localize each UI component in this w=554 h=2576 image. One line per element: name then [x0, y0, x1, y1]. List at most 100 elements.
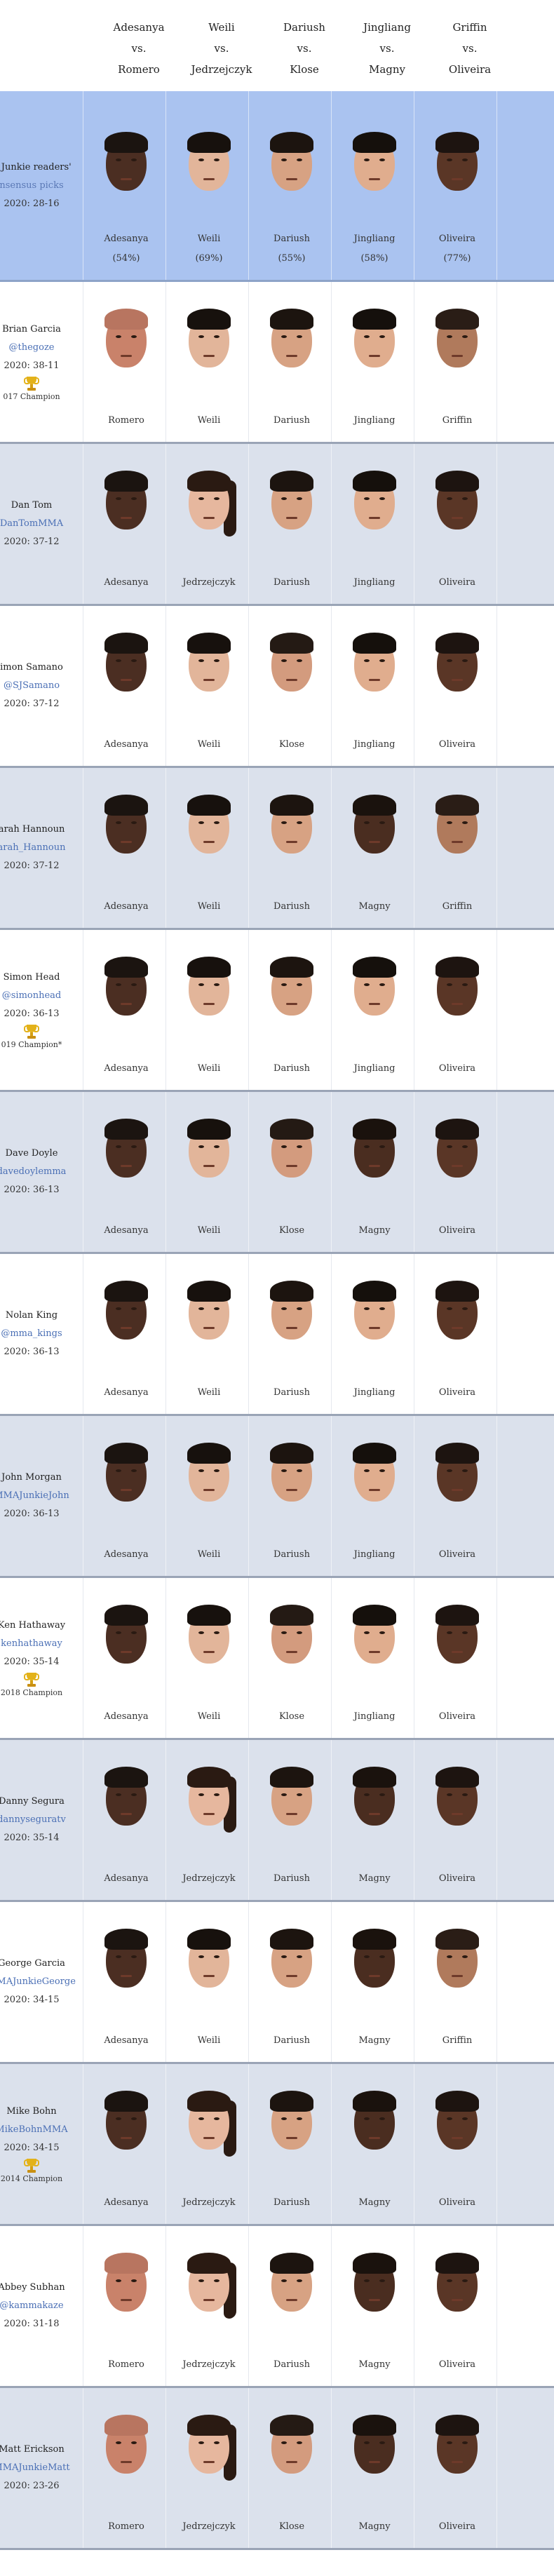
analyst-pick-3: Dariush — [250, 444, 334, 604]
analyst-pick-1: Adesanya — [84, 2064, 168, 2224]
fighter-headshot — [431, 1116, 483, 1183]
analyst-twitter-link[interactable]: MMAJunkieJohn — [0, 1487, 83, 1505]
readers-record: 2020: 28-16 — [4, 198, 60, 209]
analyst-pick-3: Dariush — [250, 930, 334, 1090]
analyst-twitter-link[interactable]: MMAJunkieGeorge — [0, 1973, 83, 1991]
analyst-pick-4: Magny — [332, 768, 417, 928]
pick-name: Jingliang — [353, 739, 396, 750]
analyst-twitter-link[interactable]: dannyseguratv — [0, 1811, 83, 1829]
picks-table: Adesanya vs. Romero Weili vs. Jedrzejczyk Dari… — [0, 0, 554, 2550]
analyst-pick-3: Dariush — [250, 2226, 334, 2386]
analyst-pick-3: Klose — [250, 1092, 334, 1252]
analyst-twitter-link[interactable]: @mma_kings — [0, 1325, 83, 1343]
analyst-twitter-link[interactable]: kenhathaway — [0, 1635, 83, 1653]
fighter-headshot — [266, 792, 318, 859]
analyst-pick-2: Weili — [167, 930, 251, 1090]
analyst-info: John Morgan MMAJunkieJohn 2020: 36-13 — [0, 1416, 83, 1576]
fight-header-1: Adesanya vs. Romero — [97, 17, 181, 80]
analyst-twitter-link[interactable]: @simonhead — [0, 987, 83, 1005]
analyst-twitter-link[interactable]: davedoylemma — [0, 1163, 83, 1181]
fighter-headshot — [349, 1440, 400, 1507]
champion-label: 019 Champion* — [1, 1040, 62, 1049]
fighter-headshot — [349, 1764, 400, 1831]
analyst-record: 2020: 31-18 — [4, 2319, 60, 2329]
champion-label: 017 Champion — [3, 392, 60, 401]
analyst-info: Danny Segura dannyseguratv 2020: 35-14 — [0, 1740, 83, 1900]
analyst-pick-4: Magny — [332, 2064, 417, 2224]
analyst-pick-1: Adesanya — [84, 1578, 168, 1738]
fighter-headshot — [349, 2412, 400, 2479]
pick-name: Dariush — [273, 1063, 310, 1074]
analyst-twitter-link[interactable]: MikeBohnMMA — [0, 2121, 83, 2139]
analyst-name: John Morgan — [1, 1472, 62, 1483]
analyst-row: Dave Doyle davedoylemma 2020: 36-13 Adesany… — [0, 1092, 554, 1254]
pick-percent: (58%) — [360, 253, 389, 264]
fighter-headshot — [431, 2412, 483, 2479]
analyst-info: Simon Head @simonhead 2020: 36-13 019 Champ… — [0, 930, 83, 1090]
fighter-headshot — [349, 2250, 400, 2317]
analyst-pick-5: Oliveira — [415, 444, 499, 604]
pick-name: Romero — [108, 415, 144, 426]
fighter-headshot — [100, 468, 152, 535]
pick-name: Magny — [358, 1873, 391, 1884]
analyst-twitter-link[interactable]: @kammakaze — [0, 2297, 83, 2315]
analyst-pick-2: Weili — [167, 1092, 251, 1252]
pick-name: Weili — [197, 1225, 221, 1236]
fighter-a-name: Jingliang — [363, 21, 411, 34]
fighter-b-name: Romero — [118, 63, 160, 76]
analyst-twitter-link[interactable]: arah_Hannoun — [0, 839, 83, 857]
analyst-pick-5: Oliveira — [415, 1740, 499, 1900]
pick-name: Jingliang — [353, 1549, 396, 1560]
pick-name: Weili — [197, 901, 221, 912]
analyst-name: Abbey Subhan — [0, 2282, 65, 2293]
fighter-headshot — [100, 1764, 152, 1831]
fighter-headshot — [349, 468, 400, 535]
analyst-pick-5: Oliveira — [415, 1416, 499, 1576]
analyst-pick-2: Jedrzejczyk — [167, 2064, 251, 2224]
pick-name: Oliveira — [438, 1711, 476, 1722]
readers-consensus-row: A Junkie readers' nsensus picks 2020: 28-1… — [0, 91, 554, 282]
pick-name: Adesanya — [104, 1225, 149, 1236]
pick-name: Weili — [197, 1063, 221, 1074]
fight-header-4: Jingliang vs. Magny — [345, 17, 429, 80]
analyst-twitter-link[interactable]: @thegoze — [0, 339, 83, 357]
analyst-record: 2020: 35-14 — [4, 1657, 60, 1667]
pick-name: Oliveira — [438, 577, 476, 588]
analyst-record: 2020: 34-15 — [4, 1995, 60, 2005]
analyst-record: 2020: 23-26 — [4, 2481, 60, 2491]
fighter-headshot — [266, 954, 318, 1021]
versus-label: vs. — [379, 42, 395, 55]
pick-name: Adesanya — [104, 577, 149, 588]
analyst-pick-4: Magny — [332, 1740, 417, 1900]
fighter-headshot — [183, 1440, 235, 1507]
analyst-record: 2020: 36-13 — [4, 1347, 60, 1357]
analyst-pick-1: Adesanya — [84, 444, 168, 604]
pick-name: Magny — [358, 901, 391, 912]
fighter-headshot — [183, 306, 235, 373]
analyst-pick-4: Jingliang — [332, 1416, 417, 1576]
fighter-headshot — [183, 2412, 236, 2481]
pick-name: Oliveira — [438, 739, 476, 750]
analyst-pick-4: Magny — [332, 1902, 417, 2062]
fighter-headshot — [431, 468, 483, 535]
analyst-pick-3: Dariush — [250, 282, 334, 442]
analyst-pick-1: Adesanya — [84, 768, 168, 928]
analyst-pick-2: Weili — [167, 606, 251, 766]
analyst-twitter-link[interactable]: MMAJunkieMatt — [0, 2459, 83, 2477]
analyst-pick-5: Oliveira — [415, 1254, 499, 1414]
analyst-twitter-link[interactable]: @SJSamano — [0, 677, 83, 695]
pick-name: Klose — [278, 2521, 305, 2532]
pick-label: Jingliang (58%) — [332, 229, 417, 269]
pick-name: Oliveira — [438, 1063, 476, 1074]
analyst-pick-3: Klose — [250, 2388, 334, 2548]
analyst-record: 2020: 38-11 — [4, 360, 60, 371]
analyst-pick-5: Oliveira — [415, 2226, 499, 2386]
analyst-twitter-link[interactable]: DanTomMMA — [0, 515, 83, 533]
analyst-name: arah Hannoun — [0, 824, 65, 835]
analyst-row: John Morgan MMAJunkieJohn 2020: 36-13 Adesa… — [0, 1416, 554, 1578]
fighter-headshot — [266, 1440, 318, 1507]
fighter-headshot — [183, 129, 235, 196]
analyst-name: Nolan King — [5, 1310, 58, 1321]
analyst-row: arah Hannoun arah_Hannoun 2020: 37-12 Adesa… — [0, 768, 554, 930]
analyst-pick-3: Dariush — [250, 1254, 334, 1414]
